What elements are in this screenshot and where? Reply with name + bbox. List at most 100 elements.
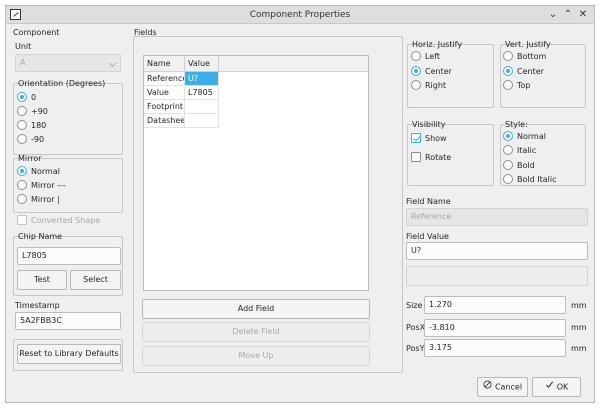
size-unit: mm (571, 301, 587, 310)
add-field-button[interactable]: Add Field (142, 299, 370, 319)
radio-icon (503, 80, 513, 90)
cancel-label: Cancel (494, 382, 523, 392)
window-title: Component Properties (249, 10, 351, 20)
mirror-radio-vertical[interactable]: Mirror | (17, 194, 60, 204)
orientation-radio-0[interactable]: 0 (17, 92, 36, 102)
rotate-checkbox[interactable]: Rotate (411, 152, 451, 162)
field-value-cell[interactable]: U? (185, 72, 219, 86)
vert-justify-label: Vert. Justify (505, 40, 551, 49)
radio-icon (17, 166, 27, 176)
orientation-radio-180[interactable]: 180 (17, 120, 46, 130)
test-button[interactable]: Test (17, 270, 67, 290)
reset-to-library-defaults-button[interactable]: Reset to Library Defaults (17, 344, 121, 364)
checkbox-icon (411, 133, 421, 143)
field-name-input[interactable]: Reference (406, 208, 588, 226)
size-input[interactable]: 1.270 (424, 296, 566, 314)
style-normal-radio[interactable]: Normal (503, 131, 546, 141)
table-row[interactable]: Reference U? (144, 72, 368, 86)
field-name-cell[interactable]: Footprint (144, 100, 185, 114)
select-button[interactable]: Select (70, 270, 121, 290)
style-bold-italic-radio[interactable]: Bold Italic (503, 174, 556, 184)
radio-icon (411, 80, 421, 90)
table-row[interactable]: Datasheet (144, 114, 368, 128)
field-value-cell[interactable] (185, 114, 219, 128)
check-icon (545, 378, 554, 396)
posx-label: PosX (406, 323, 426, 332)
delete-field-button[interactable]: Delete Field (142, 322, 370, 342)
cancel-button[interactable]: Cancel (477, 377, 528, 397)
radio-icon (503, 145, 513, 155)
style-bold-radio[interactable]: Bold (503, 160, 535, 170)
horiz-justify-right-radio[interactable]: Right (411, 80, 446, 90)
ok-button[interactable]: OK (532, 377, 581, 397)
orientation-radio-90[interactable]: +90 (17, 106, 48, 116)
timestamp-input[interactable]: 5A2FBB3C (15, 312, 121, 330)
vert-justify-bottom-radio[interactable]: Bottom (503, 51, 546, 61)
visibility-label: Visibility (412, 120, 446, 129)
mirror-radio-horizontal[interactable]: Mirror --- (17, 180, 66, 190)
radio-icon (411, 66, 421, 76)
field-value-cell[interactable]: L7805 (185, 86, 219, 100)
posx-input[interactable]: -3.810 (424, 319, 566, 337)
unit-select[interactable]: A (15, 54, 121, 72)
close-icon[interactable]: ✕ (576, 8, 590, 22)
checkbox-icon (411, 152, 421, 162)
field-name-cell[interactable]: Reference (144, 72, 185, 86)
radio-icon (17, 106, 27, 116)
horiz-justify-center-radio[interactable]: Center (411, 66, 452, 76)
radio-icon (503, 51, 513, 61)
mirror-label: Mirror (18, 154, 42, 163)
mirror-radio-normal[interactable]: Normal (17, 166, 60, 176)
ok-label: OK (556, 382, 569, 392)
radio-icon (411, 51, 421, 61)
chevron-up-icon[interactable]: ⌃ (561, 8, 575, 22)
radio-icon (503, 66, 513, 76)
show-checkbox[interactable]: Show (411, 133, 447, 143)
chevron-down-icon[interactable]: ⌄ (546, 8, 560, 22)
radio-icon (17, 180, 27, 190)
vert-justify-top-radio[interactable]: Top (503, 80, 531, 90)
radio-icon (17, 92, 27, 102)
posy-label: PosY (406, 344, 425, 353)
timestamp-label: Timestamp (15, 301, 60, 310)
field-value-label: Field Value (406, 232, 449, 241)
posy-input[interactable]: 3.175 (424, 339, 566, 357)
field-value-input[interactable]: U? (406, 242, 588, 260)
orientation-label: Orientation (Degrees) (18, 79, 106, 88)
table-row[interactable]: Value L7805 (144, 86, 368, 100)
horiz-justify-label: Horiz. Justify (412, 40, 463, 49)
table-header: Name Value (144, 56, 368, 72)
unit-value: A (20, 58, 26, 67)
table-row[interactable]: Footprint (144, 100, 368, 114)
title-bar: Component Properties ⌄ ⌃ ✕ (6, 6, 594, 24)
radio-icon (17, 194, 27, 204)
radio-icon (17, 120, 27, 130)
converted-shape-checkbox[interactable]: Converted Shape (17, 215, 100, 225)
chevron-down-icon (108, 59, 117, 68)
field-action-button[interactable] (406, 266, 588, 286)
radio-icon (503, 160, 513, 170)
move-up-button[interactable]: Move Up (142, 346, 370, 366)
chip-name-input[interactable]: L7805 (17, 247, 121, 265)
orientation-radio-minus-90[interactable]: -90 (17, 134, 44, 144)
chip-name-label: Chip Name (18, 232, 63, 241)
style-label: Style: (505, 120, 528, 129)
component-section-label: Component (13, 28, 60, 37)
fields-table[interactable]: Name Value Reference U? Value L7805 Foot… (143, 55, 369, 291)
posx-unit: mm (571, 323, 587, 332)
field-value-cell[interactable] (185, 100, 219, 114)
size-label: Size (406, 301, 423, 310)
field-name-label: Field Name (406, 197, 451, 206)
field-name-cell[interactable]: Value (144, 86, 185, 100)
vert-justify-center-radio[interactable]: Center (503, 66, 544, 76)
radio-icon (17, 134, 27, 144)
column-header-value[interactable]: Value (185, 56, 219, 72)
posy-unit: mm (571, 344, 587, 353)
unit-label: Unit (15, 42, 32, 51)
field-name-cell[interactable]: Datasheet (144, 114, 185, 128)
horiz-justify-left-radio[interactable]: Left (411, 51, 440, 61)
column-header-name[interactable]: Name (144, 56, 185, 72)
style-italic-radio[interactable]: Italic (503, 145, 536, 155)
checkbox-icon (17, 215, 27, 225)
cancel-icon (483, 378, 492, 396)
